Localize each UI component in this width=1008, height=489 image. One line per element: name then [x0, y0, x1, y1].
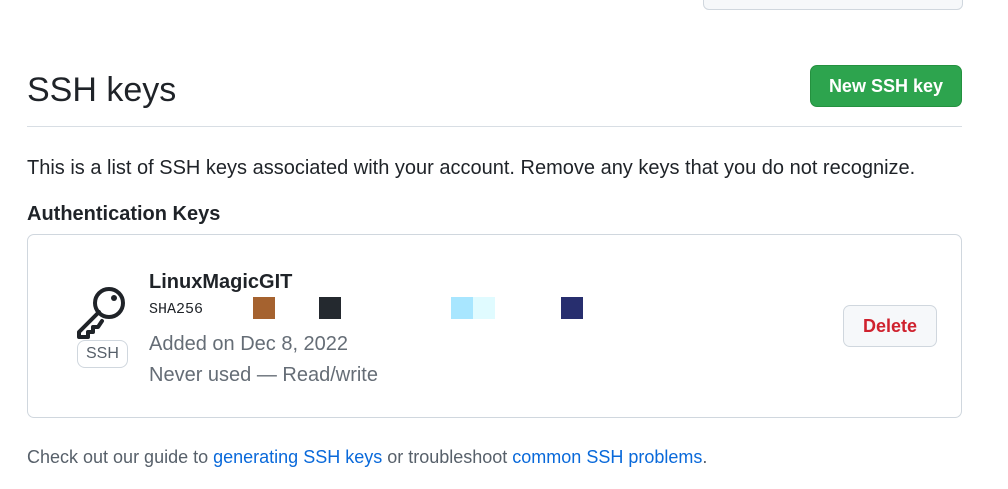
redaction-block — [253, 297, 275, 319]
footer-prefix: Check out our guide to — [27, 447, 214, 467]
ssh-key-usage: Never used — Read/write — [149, 364, 378, 386]
page-header: SSH keys New SSH key — [27, 64, 962, 127]
authentication-keys-heading: Authentication Keys — [27, 203, 221, 225]
footer-help-text: Check out our guide to generating SSH ke… — [27, 444, 707, 470]
delete-key-button[interactable]: Delete — [842, 305, 937, 347]
footer-middle: or troubleshoot — [382, 447, 513, 467]
footer-suffix: . — [702, 447, 708, 467]
ssh-type-badge: SSH — [77, 340, 128, 368]
ssh-keys-description: This is a list of SSH keys associated wi… — [27, 157, 916, 179]
redaction-block — [451, 297, 473, 319]
page-title: SSH keys — [27, 71, 177, 109]
fingerprint-label: SHA256 — [149, 301, 204, 318]
ssh-key-item: SSH LinuxMagicGIT SHA256 Added on Dec 8,… — [27, 234, 962, 418]
redaction-block — [473, 297, 495, 319]
redaction-block — [561, 297, 583, 319]
ssh-key-fingerprint: SHA256 — [149, 297, 629, 321]
new-ssh-key-button[interactable]: New SSH key — [809, 65, 962, 107]
redaction-block — [319, 297, 341, 319]
key-icon — [74, 283, 130, 339]
top-panel-edge — [703, 0, 963, 10]
ssh-key-added-date: Added on Dec 8, 2022 — [149, 333, 349, 355]
ssh-key-title: LinuxMagicGIT — [149, 271, 293, 293]
generating-ssh-keys-link[interactable]: generating SSH keys — [213, 447, 382, 467]
common-ssh-problems-link[interactable]: common SSH problems — [512, 447, 702, 467]
